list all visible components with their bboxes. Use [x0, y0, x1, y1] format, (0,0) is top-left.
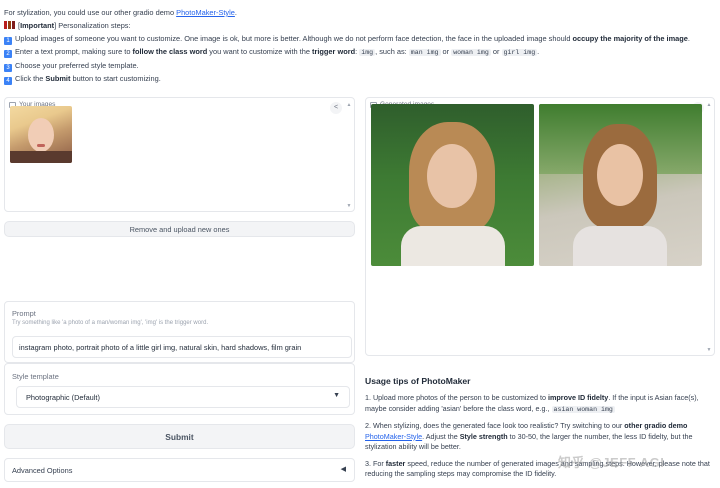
important-label: Important — [20, 21, 55, 30]
caret-left-icon: ◀ — [340, 466, 346, 473]
prompt-hint: Try something like 'a photo of a man/wom… — [12, 320, 209, 326]
usage-tip-item: 1. Upload more photos of the person to b… — [365, 393, 715, 415]
prompt-input[interactable]: instagram photo, portrait photo of a lit… — [12, 336, 352, 358]
remove-upload-button[interactable]: Remove and upload new ones — [4, 221, 355, 237]
step-text: you want to customize with the — [207, 47, 312, 56]
step-code-text: woman img — [451, 49, 491, 56]
step-text: Upload images of someone you want to cus… — [15, 34, 573, 43]
style-block: Style template Photographic (Default) ▼ — [4, 363, 355, 415]
generated-image-1[interactable] — [371, 104, 534, 266]
step-text: . — [537, 47, 540, 56]
tip-bold-text: improve ID fidelty — [548, 393, 609, 402]
tip-text: 1. Upload more photos of the person to b… — [365, 393, 548, 402]
upload-scrollbar[interactable]: ▲ ▼ — [346, 102, 352, 209]
step-item: 1 Upload images of someone you want to cu… — [4, 32, 716, 45]
steps-list: 1 Upload images of someone you want to cu… — [4, 32, 716, 85]
advanced-options-accordion[interactable]: Advanced Options ◀ — [4, 458, 355, 482]
step-number-icon: 2 — [4, 50, 12, 58]
tip-text: 3. For — [365, 458, 386, 468]
watermark: 知乎 @JEFF AGI — [558, 455, 665, 470]
step-text: or — [440, 47, 452, 56]
step-code-text: man img — [408, 49, 441, 56]
usage-tips-title: Usage tips of PhotoMaker — [365, 376, 471, 386]
step-item: 2 Enter a text prompt, making sure to fol… — [4, 45, 716, 59]
step-code-text: girl img — [501, 49, 538, 56]
submit-button[interactable]: Submit — [4, 424, 355, 449]
step-bold-text: Submit — [45, 74, 71, 83]
step-number-icon: 3 — [4, 64, 12, 72]
step-item: 3 Choose your preferred style template. — [4, 59, 716, 72]
advanced-options-label: Advanced Options — [12, 466, 73, 475]
tip-text: 2. When stylizing, does the generated fa… — [365, 421, 625, 430]
gallery-scrollbar[interactable]: ▲ ▼ — [706, 102, 712, 353]
tip-bold-text: Style strength — [459, 431, 508, 441]
intro-line: For stylization, you could use our other… — [4, 6, 716, 19]
uploaded-image-thumbnail[interactable] — [10, 106, 72, 163]
step-number-icon: 4 — [4, 77, 12, 85]
important-suffix: Personalization steps: — [56, 21, 131, 30]
gallery-panel: Generated images < ▲ ▼ — [365, 97, 715, 356]
step-text: , such as: — [375, 47, 409, 56]
step-number-icon: 1 — [4, 37, 12, 45]
tip-bold-text: other gradio demo — [624, 421, 688, 430]
style-select-value: Photographic (Default) — [26, 393, 100, 402]
upload-panel[interactable]: Your images < ▲ ▼ — [4, 97, 355, 212]
tip-code-text: asian woman img — [551, 405, 615, 413]
intro-punct: . — [234, 8, 237, 17]
step-item: 4 Click the Submit button to start custom… — [4, 72, 716, 85]
step-text: Enter a text prompt, making sure to — [15, 47, 133, 56]
chevron-down-icon: ▼ — [333, 392, 340, 399]
prompt-block: Prompt Try something like 'a photo of a … — [4, 301, 355, 363]
intro-text: For stylization, you could use our other… — [4, 8, 177, 17]
generated-image-2[interactable] — [539, 104, 702, 266]
step-text: Click the — [15, 74, 46, 83]
step-text: Choose your preferred style template. — [15, 61, 139, 70]
tip-text: . Adjust the — [422, 431, 460, 441]
style-select[interactable]: Photographic (Default) ▼ — [16, 386, 350, 408]
step-bold-text: trigger word — [312, 47, 356, 56]
step-code-text: img — [359, 49, 376, 56]
tip-link[interactable]: PhotoMaker-Style — [365, 432, 422, 441]
step-text: button to start customizing. — [70, 74, 161, 83]
step-text: or — [490, 47, 502, 56]
photomaker-style-link[interactable]: PhotoMaker-Style — [176, 8, 235, 17]
intro-section: For stylization, you could use our other… — [4, 6, 716, 85]
style-label: Style template — [12, 372, 59, 381]
stacked-books-icon — [4, 21, 15, 29]
usage-tip-item: 2. When stylizing, does the generated fa… — [365, 421, 715, 453]
prompt-label: Prompt — [12, 309, 36, 318]
step-bold-text: follow the class word — [132, 47, 208, 56]
tip-bold-text: faster — [385, 458, 406, 468]
important-line: [Important] Personalization steps: — [4, 19, 716, 32]
step-bold-text: occupy the majority of the image — [572, 34, 688, 43]
step-text: . — [687, 34, 690, 43]
share-icon[interactable]: < — [330, 102, 342, 114]
